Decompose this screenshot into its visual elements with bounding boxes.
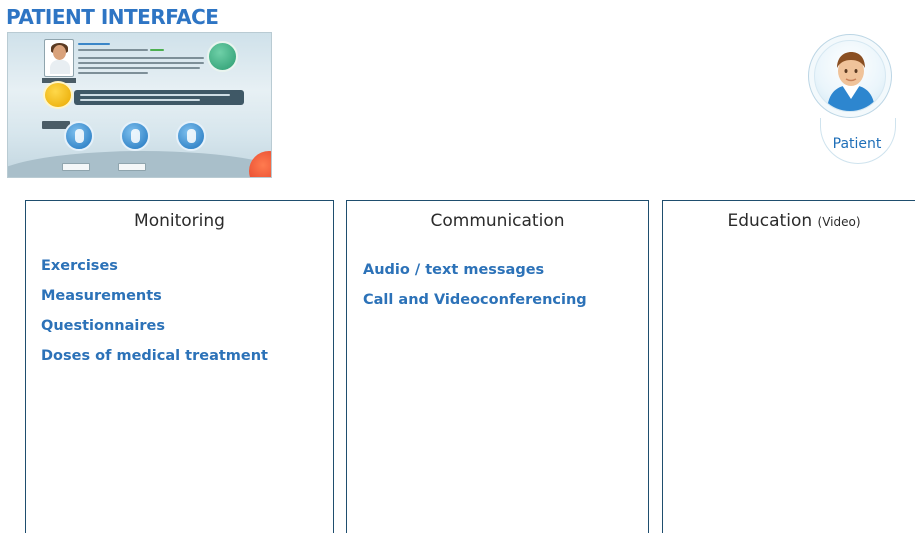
monitoring-item-measurements: Measurements xyxy=(41,288,162,304)
communication-panel: Communication Audio / text messages Call… xyxy=(346,200,649,533)
follow-button-icon xyxy=(207,41,238,72)
measurements-icon xyxy=(120,121,150,151)
monitoring-title: Monitoring xyxy=(134,211,225,231)
advice-text-line xyxy=(80,99,200,101)
patient-label: Patient xyxy=(832,136,882,152)
advice-bar xyxy=(74,90,244,105)
text-line xyxy=(78,57,204,59)
communication-item-messages: Audio / text messages xyxy=(363,262,545,278)
page-title: PATIENT INTERFACE xyxy=(6,5,219,29)
monitoring-list: Exercises Measurements Questionnaires Do… xyxy=(41,251,268,371)
measurement-count-tag xyxy=(118,163,146,171)
exercise-count-tag xyxy=(62,163,90,171)
monitoring-item-doses: Doses of medical treatment xyxy=(41,348,268,364)
greeting-line xyxy=(78,43,110,45)
communication-list: Audio / text messages Call and Videoconf… xyxy=(363,255,587,315)
exercises-icon xyxy=(64,121,94,151)
communication-title: Communication xyxy=(430,211,565,231)
education-title-suffix: (Video) xyxy=(817,215,861,229)
result-highlight xyxy=(150,49,164,51)
education-panel: Education (Video) xyxy=(662,200,915,533)
app-screenshot-thumbnail xyxy=(7,32,272,178)
education-title-text: Education xyxy=(727,211,813,231)
yellow-button-icon xyxy=(43,81,73,109)
red-corner-shape xyxy=(249,151,271,177)
monitoring-item-exercises: Exercises xyxy=(41,258,118,274)
communication-item-calls: Call and Videoconferencing xyxy=(363,292,587,308)
monitoring-item-questionnaires: Questionnaires xyxy=(41,318,165,334)
education-title: Education (Video) xyxy=(663,211,915,231)
text-line xyxy=(78,62,204,64)
patient-avatar-icon xyxy=(814,40,886,112)
advice-text-line xyxy=(80,94,230,96)
text-line xyxy=(78,67,200,69)
doctor-photo xyxy=(44,39,74,77)
doctor-head xyxy=(53,45,66,60)
text-line xyxy=(78,72,148,74)
questionnaire-icon xyxy=(176,121,206,151)
text-line xyxy=(78,49,148,51)
monitoring-panel: Monitoring Exercises Measurements Questi… xyxy=(25,200,334,533)
doctor-body xyxy=(50,60,70,74)
